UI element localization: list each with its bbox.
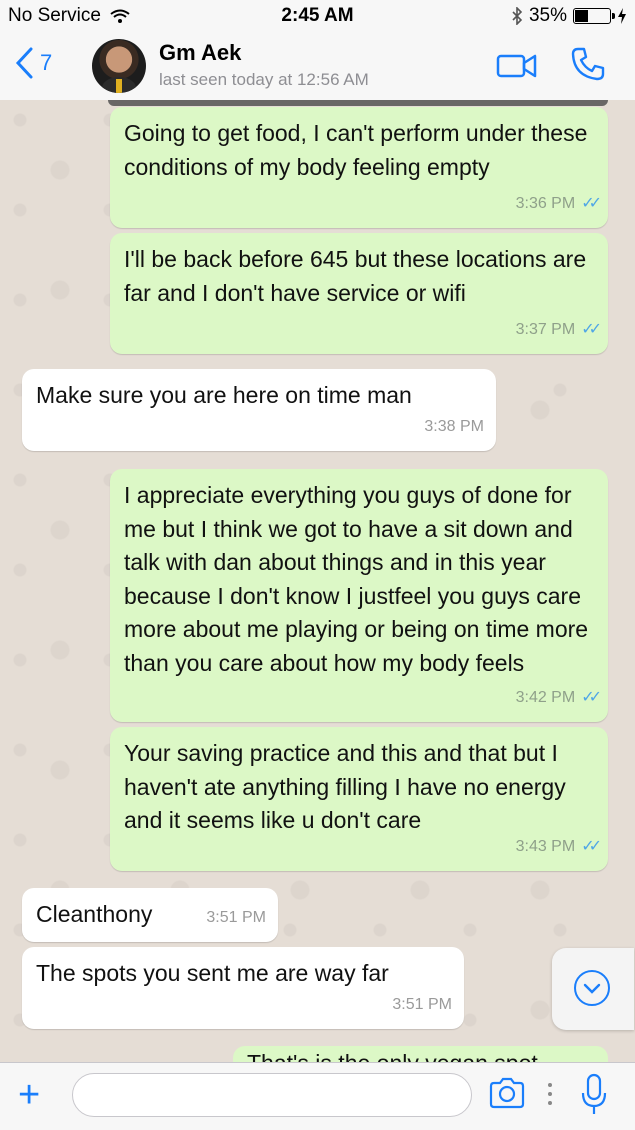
message-time: 3:36 PM: [515, 194, 576, 212]
phone-icon[interactable]: [570, 46, 606, 82]
bluetooth-icon: [512, 7, 523, 25]
read-receipt-icon: ✓✓: [581, 194, 602, 212]
message-bubble[interactable]: Going to get food, I can't perform under…: [110, 107, 608, 228]
message-time: 3:38 PM: [424, 417, 484, 435]
message-text: The spots you sent me are way far: [36, 960, 389, 986]
avatar[interactable]: [92, 39, 146, 93]
message-meta: 3:43 PM ✓✓: [515, 830, 602, 864]
camera-icon[interactable]: [488, 1077, 526, 1109]
message-time: 3:51 PM: [392, 995, 452, 1013]
message-bubble[interactable]: Cleanthony 3:51 PM: [22, 888, 278, 942]
plus-icon[interactable]: +: [18, 1076, 40, 1114]
input-bar: +: [0, 1062, 635, 1130]
message-meta: 3:42 PM ✓✓: [515, 681, 602, 715]
chevron-down-icon: [574, 970, 610, 1006]
chat-header: 7 Gm Aek last seen today at 12:56 AM: [0, 32, 635, 101]
message-meta: 3:51 PM: [206, 901, 266, 935]
message-meta: 3:36 PM ✓✓: [515, 187, 602, 221]
unread-count: 7: [40, 50, 53, 75]
message-time: 3:42 PM: [515, 688, 576, 706]
battery-icon: [573, 8, 615, 24]
scroll-to-bottom-button[interactable]: [552, 948, 634, 1030]
message-meta: 3:37 PM ✓✓: [515, 313, 602, 347]
message-meta: 3:38 PM: [424, 410, 484, 444]
message-time: 3:37 PM: [515, 320, 576, 338]
back-button[interactable]: 7: [14, 46, 52, 80]
battery-percent: 35%: [528, 5, 567, 26]
message-meta: 3:51 PM: [392, 988, 452, 1022]
contact-name[interactable]: Gm Aek: [159, 40, 241, 66]
charging-bolt-icon: [618, 8, 626, 24]
message-bubble[interactable]: I'll be back before 645 but these locati…: [110, 233, 608, 354]
last-seen-status: last seen today at 12:56 AM: [159, 70, 369, 89]
message-text: I appreciate everything you guys of done…: [124, 482, 595, 676]
more-dots-icon: [548, 1083, 552, 1105]
read-receipt-icon: ✓✓: [581, 688, 602, 706]
message-text: Make sure you are here on time man: [36, 382, 412, 408]
microphone-icon[interactable]: [580, 1073, 608, 1117]
message-text: Going to get food, I can't perform under…: [124, 120, 594, 180]
message-bubble[interactable]: I appreciate everything you guys of done…: [110, 469, 608, 722]
message-time: 3:51 PM: [206, 908, 266, 926]
message-input[interactable]: [72, 1073, 472, 1117]
message-bubble[interactable]: Make sure you are here on time man 3:38 …: [22, 369, 496, 451]
message-bubble[interactable]: The spots you sent me are way far 3:51 P…: [22, 947, 464, 1029]
message-bubble[interactable]: Your saving practice and this and that b…: [110, 727, 608, 871]
status-bar: No Service 2:45 AM 35%: [0, 0, 635, 32]
previous-bubble-edge: [108, 100, 608, 106]
message-time: 3:43 PM: [515, 837, 576, 855]
status-right: 35%: [511, 5, 627, 27]
read-receipt-icon: ✓✓: [581, 320, 602, 338]
chevron-left-icon: [15, 47, 33, 79]
message-text: I'll be back before 645 but these locati…: [124, 246, 593, 306]
video-camera-icon[interactable]: [496, 52, 538, 80]
message-text: Your saving practice and this and that b…: [124, 740, 573, 833]
read-receipt-icon: ✓✓: [581, 837, 602, 855]
